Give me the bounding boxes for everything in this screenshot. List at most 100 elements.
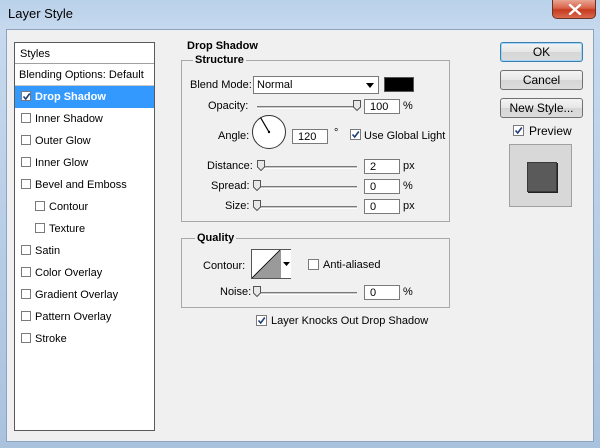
preview-label: Preview [529,124,572,138]
check-icon [22,93,31,101]
distance-input[interactable]: 2 [364,159,400,174]
style-checkbox[interactable] [21,157,31,167]
distance-slider[interactable] [257,166,357,169]
style-checkbox[interactable] [21,135,31,145]
style-item-inner-glow[interactable]: Inner Glow [15,152,154,174]
style-item-stroke[interactable]: Stroke [15,328,154,350]
size-unit: px [403,200,415,212]
spread-input[interactable]: 0 [364,179,400,194]
check-icon [257,317,266,325]
style-checkbox[interactable] [21,179,31,189]
style-item-outer-glow[interactable]: Outer Glow [15,130,154,152]
spread-label: Spread: [211,180,250,192]
size-label: Size: [225,200,250,212]
structure-title: Structure [193,54,246,66]
style-item-inner-shadow[interactable]: Inner Shadow [15,108,154,130]
contour-dropdown[interactable] [280,250,291,278]
style-item-texture[interactable]: Texture [15,218,154,240]
style-item-label: Color Overlay [35,267,103,279]
drop-shadow-title: Drop Shadow [187,40,258,52]
title-bar[interactable]: Layer Style [0,0,600,28]
slider-thumb-icon[interactable] [253,286,261,297]
style-item-label: Bevel and Emboss [35,179,127,191]
style-item-label: Pattern Overlay [35,311,112,323]
spread-slider[interactable] [257,186,357,189]
style-item-label: Texture [49,223,86,235]
style-item-label: Inner Glow [35,157,89,169]
opacity-unit: % [403,100,413,112]
check-icon [351,131,360,139]
anti-aliased-label: Anti-aliased [323,259,381,271]
quality-title: Quality [195,232,237,244]
style-item-bevel-and-emboss[interactable]: Bevel and Emboss [15,174,154,196]
dialog-client: Styles Blending Options: Default Drop Sh… [6,29,594,442]
blend-mode-select[interactable]: Normal [253,76,379,94]
slider-thumb-icon[interactable] [253,200,261,211]
angle-dial-icon[interactable] [251,114,287,150]
chevron-down-icon [283,262,290,266]
preview-checkbox[interactable] [513,125,524,136]
slider-thumb-icon[interactable] [253,180,261,191]
size-input[interactable]: 0 [364,199,400,214]
noise-slider[interactable] [257,292,357,295]
opacity-slider[interactable] [257,106,357,109]
style-checkbox[interactable] [21,333,31,343]
check-icon [514,127,523,135]
cancel-button[interactable]: Cancel [500,70,583,90]
noise-input[interactable]: 0 [364,285,400,300]
angle-label: Angle: [218,130,250,142]
blend-mode-label: Blend Mode: [190,79,252,91]
use-global-light-checkbox[interactable] [350,129,361,140]
style-checkbox[interactable] [21,113,31,123]
distance-label: Distance: [207,160,253,172]
contour-picker[interactable] [251,249,291,279]
angle-input[interactable]: 120 [292,129,328,144]
angle-unit: ° [334,127,339,139]
style-item-label: Drop Shadow [35,91,106,103]
opacity-input[interactable]: 100 [364,99,400,114]
blending-options-item[interactable]: Blending Options: Default [15,64,154,86]
opacity-label: Opacity: [208,100,249,112]
style-checkbox[interactable] [21,91,31,101]
close-icon [568,4,582,15]
style-checkbox[interactable] [21,289,31,299]
noise-label: Noise: [220,286,252,298]
style-item-label: Inner Shadow [35,113,103,125]
style-item-contour[interactable]: Contour [15,196,154,218]
chevron-down-icon [366,83,374,88]
styles-header[interactable]: Styles [15,43,154,64]
style-item-drop-shadow[interactable]: Drop Shadow [15,86,154,108]
anti-aliased-checkbox[interactable] [308,259,319,270]
style-checkbox[interactable] [21,267,31,277]
spread-unit: % [403,180,413,192]
layer-knocks-out-checkbox[interactable] [256,315,267,326]
style-item-gradient-overlay[interactable]: Gradient Overlay [15,284,154,306]
style-item-label: Outer Glow [35,135,91,147]
style-item-color-overlay[interactable]: Color Overlay [15,262,154,284]
preview-thumbnail [509,144,572,207]
window-title: Layer Style [8,6,74,21]
style-checkbox[interactable] [35,201,45,211]
layer-knocks-out-label: Layer Knocks Out Drop Shadow [271,315,429,327]
slider-thumb-icon[interactable] [257,160,265,171]
new-style-button[interactable]: New Style... [500,98,583,118]
style-item-satin[interactable]: Satin [15,240,154,262]
style-checkbox[interactable] [21,311,31,321]
noise-unit: % [403,286,413,298]
blend-mode-value: Normal [257,79,293,91]
ok-button[interactable]: OK [500,42,583,62]
size-slider[interactable] [257,206,357,209]
style-item-label: Contour [49,201,89,213]
styles-list: Styles Blending Options: Default Drop Sh… [14,42,155,431]
contour-curve-icon [252,250,280,278]
close-button[interactable] [552,0,596,19]
slider-thumb-icon[interactable] [353,100,361,111]
style-checkbox[interactable] [35,223,45,233]
layer-style-window: Layer Style Styles Blending Options: Def… [0,0,600,448]
style-item-label: Satin [35,245,61,257]
style-item-label: Stroke [35,333,67,345]
use-global-light-label: Use Global Light [364,130,446,142]
style-item-pattern-overlay[interactable]: Pattern Overlay [15,306,154,328]
style-checkbox[interactable] [21,245,31,255]
shadow-color-swatch[interactable] [384,77,414,92]
